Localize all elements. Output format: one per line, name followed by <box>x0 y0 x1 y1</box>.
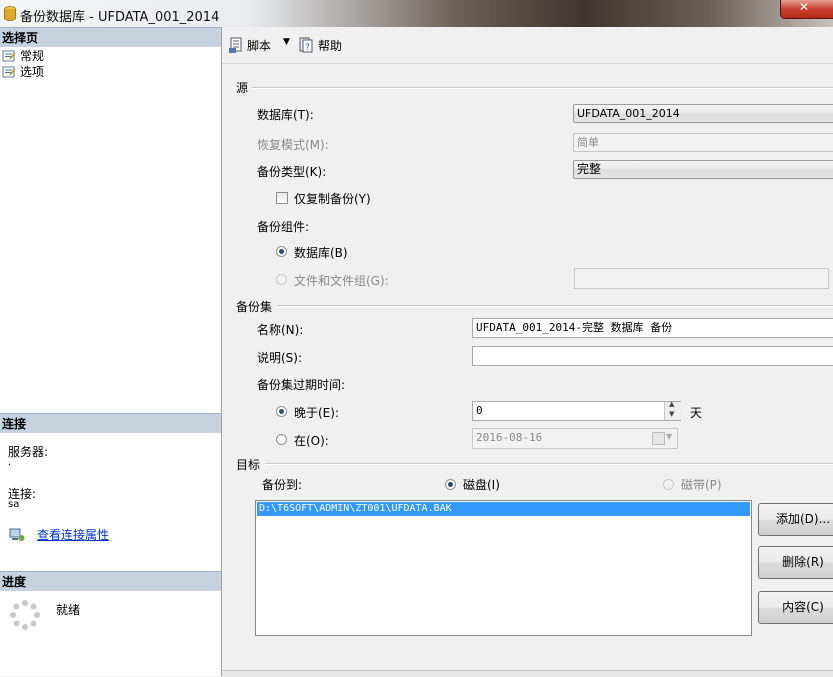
recovery-model-value: 简单 <box>577 136 599 149</box>
script-label: 脚本 <box>247 39 272 53</box>
backup-set-group-line <box>277 305 833 307</box>
page-item-label: 常规 <box>20 49 45 63</box>
expire-days-spinner[interactable]: ▲ ▼ <box>664 400 681 420</box>
component-database-radio[interactable] <box>276 246 287 257</box>
close-button[interactable] <box>780 0 833 19</box>
remove-button[interactable]: 删除(R) <box>758 546 833 579</box>
database-icon <box>4 6 16 21</box>
server-label: 服务器: <box>8 445 49 459</box>
date-dropdown-arrow-icon: ▼ <box>666 432 673 441</box>
backup-to-tape-label: 磁带(P) <box>681 478 722 492</box>
backup-to-disk-label: 磁盘(I) <box>463 478 500 492</box>
title-bar: 备份数据库 - UFDATA_001_2014 <box>0 0 833 27</box>
destination-group-line <box>265 463 833 465</box>
expire-label: 备份集过期时间: <box>257 378 346 392</box>
backup-component-label: 备份组件: <box>257 220 310 234</box>
svg-text:?: ? <box>305 43 310 53</box>
connection-properties-icon <box>9 528 25 541</box>
expire-days-input[interactable]: 0 <box>472 401 681 421</box>
spin-up-icon[interactable]: ▲ <box>669 400 674 408</box>
progress-spinner-icon <box>10 600 40 630</box>
page-item-general[interactable]: 常规 <box>2 49 44 64</box>
destination-group-title: 目标 <box>236 458 261 472</box>
expire-on-radio[interactable] <box>276 434 287 445</box>
backup-to-label: 备份到: <box>262 478 303 492</box>
spin-down-icon[interactable]: ▼ <box>669 410 674 418</box>
days-label: 天 <box>690 406 703 420</box>
add-button[interactable]: 添加(D)... <box>758 503 833 536</box>
database-label: 数据库(T): <box>257 108 314 122</box>
backup-to-tape-radio[interactable] <box>663 479 674 490</box>
left-pane: 选择页 常规 选项 连接 服务器: . 连接: sa 查看连接属性 进度 就绪 <box>0 27 222 676</box>
progress-status: 就绪 <box>56 603 81 617</box>
calendar-icon <box>652 432 665 445</box>
expire-on-label: 在(O): <box>294 434 329 448</box>
progress-header: 进度 <box>0 571 221 591</box>
page-icon <box>2 66 16 78</box>
window-title: 备份数据库 - UFDATA_001_2014 <box>20 10 220 25</box>
backup-set-group-title: 备份集 <box>236 300 273 314</box>
description-input[interactable] <box>472 346 833 366</box>
toolbar: 脚本 ▼ ? 帮助 <box>222 27 833 64</box>
name-label: 名称(N): <box>257 323 304 337</box>
database-combo[interactable]: UFDATA_001_2014 <box>573 104 833 123</box>
backup-type-combo[interactable]: 完整 <box>573 160 833 179</box>
expire-after-radio[interactable] <box>276 406 287 417</box>
page-item-options[interactable]: 选项 <box>2 65 44 80</box>
database-value: UFDATA_001_2014 <box>577 107 680 120</box>
connection-header: 连接 <box>0 413 221 433</box>
recovery-model-label: 恢复模式(M): <box>257 138 329 152</box>
copy-only-checkbox[interactable] <box>276 192 288 204</box>
component-files-radio[interactable] <box>276 274 287 285</box>
page-icon <box>2 50 16 62</box>
description-label: 说明(S): <box>257 351 303 365</box>
page-item-label: 选项 <box>20 65 45 79</box>
component-database-label: 数据库(B) <box>294 246 348 260</box>
script-dropdown-arrow-icon[interactable]: ▼ <box>283 37 290 47</box>
select-page-header: 选择页 <box>0 27 221 47</box>
expire-after-label: 晚于(E): <box>294 406 339 420</box>
source-group-line <box>252 87 833 89</box>
component-files-label: 文件和文件组(G): <box>294 274 389 288</box>
backup-to-disk-radio[interactable] <box>445 479 456 490</box>
script-icon <box>229 37 242 53</box>
files-filegroups-field <box>574 268 829 289</box>
name-input[interactable]: UFDATA_001_2014-完整 数据库 备份 <box>472 318 833 338</box>
copy-only-label: 仅复制备份(Y) <box>294 192 371 206</box>
contents-button[interactable]: 内容(C) <box>758 591 833 624</box>
help-label: 帮助 <box>318 39 343 53</box>
backup-type-value: 完整 <box>577 162 602 176</box>
help-icon: ? <box>299 37 313 53</box>
recovery-model-field: 简单 <box>573 133 833 152</box>
list-item[interactable]: D:\T6SOFT\ADMIN\ZT001\UFDATA.BAK <box>257 502 750 516</box>
expire-date-picker: 2016-08-16 <box>472 428 678 449</box>
connection-value: sa <box>8 499 20 510</box>
backup-type-label: 备份类型(K): <box>257 165 327 179</box>
destination-list[interactable]: D:\T6SOFT\ADMIN\ZT001\UFDATA.BAK <box>255 500 752 636</box>
source-group-title: 源 <box>236 81 249 95</box>
view-connection-properties-link[interactable]: 查看连接属性 <box>37 526 109 543</box>
server-value: . <box>8 457 12 468</box>
